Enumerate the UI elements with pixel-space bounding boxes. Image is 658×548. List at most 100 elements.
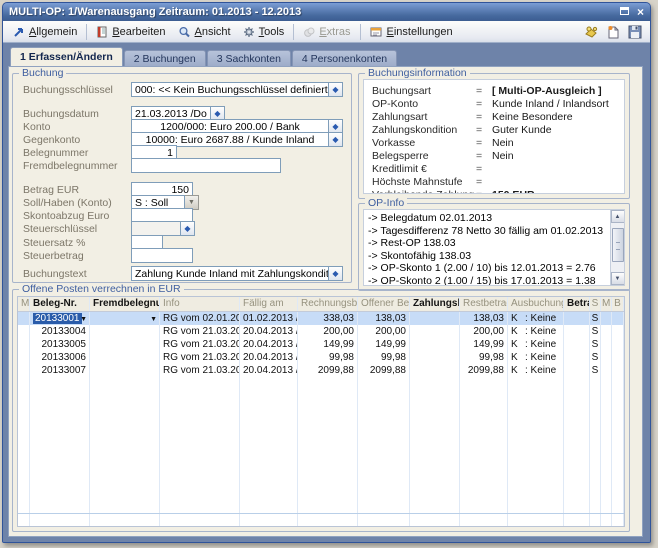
info-row: Kreditlimit €=: [372, 162, 618, 175]
info-row: Zahlungskondition=Guter Kunde: [372, 123, 618, 136]
buchungsschluessel-field[interactable]: 000: << Kein Buchungsschlüssel definiert…: [131, 82, 329, 97]
steuerbetrag-field[interactable]: [131, 248, 193, 263]
buchungstext-dropdown-button[interactable]: ◆: [329, 266, 343, 281]
magnifier-icon: [178, 26, 191, 38]
booking-tool-button[interactable]: [579, 24, 603, 40]
buchungstext-field[interactable]: Zahlung Kunde Inland mit Zahlungskonditi…: [131, 266, 329, 281]
new-document-button[interactable]: [603, 24, 624, 40]
menu-einstellungen[interactable]: Einstellungen: [364, 24, 459, 40]
group-buchung-title: Buchung: [19, 67, 66, 79]
steuerschluessel-field[interactable]: [131, 221, 181, 236]
steuerschluessel-dropdown-button[interactable]: ◆: [181, 221, 195, 236]
field-label: Belegnummer: [23, 147, 131, 159]
menu-tools[interactable]: Tools: [237, 24, 291, 40]
coins-icon: [583, 25, 599, 39]
op-info-line: -> Belegdatum 02.01.2013: [364, 212, 610, 225]
info-row: Verbleibende Zahlung=150 EUR: [372, 188, 618, 194]
tab-erfassen-aendern[interactable]: 1 Erfassen/Ändern: [10, 47, 123, 66]
field-label: Konto: [23, 121, 131, 133]
tab-buchungen[interactable]: 2 Buchungen: [124, 50, 206, 66]
field-label: Steuerbetrag: [23, 250, 131, 262]
window-title: MULTI-OP: 1/Warenausgang Zeitraum: 01.20…: [9, 6, 620, 18]
table-row[interactable]: 20133006 RG vom 21.03.2013 20.04.2013 /S…: [18, 351, 624, 364]
field-label: Steuerschlüssel: [23, 223, 131, 235]
scroll-down-icon[interactable]: ▼: [611, 272, 625, 285]
table-filler-rows: [18, 377, 624, 513]
tab-sachkonten[interactable]: 3 Sachkonten: [207, 50, 291, 66]
restore-button[interactable]: [620, 6, 629, 18]
info-row: Zahlungsart=Keine Besondere: [372, 110, 618, 123]
arrow-ne-icon: [13, 26, 25, 38]
selected-cell[interactable]: 20133001: [33, 313, 82, 324]
menu-extras: Extras: [297, 24, 356, 40]
app-window: MULTI-OP: 1/Warenausgang Zeitraum: 01.20…: [2, 2, 651, 543]
tab-personenkonten[interactable]: 4 Personenkonten: [292, 50, 397, 66]
tab-page: Buchung Buchungsschlüssel 000: << Kein B…: [8, 66, 643, 537]
tab-strip: 1 Erfassen/Ändern 2 Buchungen 3 Sachkont…: [8, 47, 643, 66]
buchungsschluessel-dropdown-button[interactable]: ◆: [329, 82, 343, 97]
empty-table-row: [18, 455, 624, 468]
op-info-line: -> OP-Skonto 2 (1.00 / 15) bis 17.01.201…: [364, 275, 610, 285]
window-body: 1 Erfassen/Ändern 2 Buchungen 3 Sachkont…: [3, 43, 650, 542]
empty-table-row: [18, 377, 624, 390]
group-offene-posten: Offene Posten verrechnen in EUR M Beleg-…: [12, 289, 630, 532]
menu-separator: [293, 24, 294, 40]
info-row: Höchste Mahnstufe=: [372, 175, 618, 188]
menu-bar: Allgemein Bearbeiten Ansicht Tools Extra…: [3, 21, 650, 43]
title-bar: MULTI-OP: 1/Warenausgang Zeitraum: 01.20…: [3, 3, 650, 21]
restore-icon: [620, 7, 629, 15]
group-buchungsinformation-title: Buchungsinformation: [365, 67, 470, 79]
op-info-scrollbar[interactable]: ▲ ▼: [610, 210, 624, 285]
table-row[interactable]: 20133001▼ ▼ RG vom 02.01.2013 01.02.2013…: [18, 312, 624, 325]
menu-allgemein[interactable]: Allgemein: [7, 24, 83, 40]
info-row: Vorkasse=Nein: [372, 136, 618, 149]
group-op-info-title: OP-Info: [365, 197, 407, 209]
buchungsinformation-panel: Buchungsart=[ Multi-OP-Ausgleich ] OP-Ko…: [363, 79, 625, 194]
empty-table-row: [18, 390, 624, 403]
field-label: Buchungsschlüssel: [23, 84, 131, 96]
op-info-panel: -> Belegdatum 02.01.2013 -> Tagesdiffere…: [363, 209, 625, 286]
beleg-dropdown-icon[interactable]: ▼: [80, 313, 87, 325]
field-label: Betrag EUR: [23, 184, 131, 196]
empty-table-row: [18, 494, 624, 507]
field-label: Buchungsdatum: [23, 108, 131, 120]
gear-icon: [243, 26, 255, 38]
empty-table-row: [18, 416, 624, 429]
scroll-up-icon[interactable]: ▲: [611, 210, 625, 223]
menu-separator: [360, 24, 361, 40]
close-button[interactable]: ×: [637, 7, 644, 17]
save-button[interactable]: [624, 24, 646, 40]
new-document-icon: [607, 25, 620, 39]
table-row[interactable]: 20133004 RG vom 21.03.2013 20.04.2013 /S…: [18, 325, 624, 338]
field-label: Gegenkonto: [23, 134, 131, 146]
table-row[interactable]: 20133005 RG vom 21.03.2013 20.04.2013 /S…: [18, 338, 624, 351]
field-label: Skontoabzug Euro: [23, 210, 131, 222]
group-op-info: OP-Info -> Belegdatum 02.01.2013 -> Tage…: [358, 203, 630, 291]
settings-icon: [370, 26, 383, 38]
empty-table-row: [18, 468, 624, 481]
fremdbelegnummer-field[interactable]: [131, 158, 281, 173]
op-info-line: -> Rest-OP 138.03: [364, 237, 610, 250]
menu-bearbeiten[interactable]: Bearbeiten: [90, 24, 171, 40]
info-row: OP-Konto=Kunde Inland / Inlandsort: [372, 97, 618, 110]
empty-table-row: [18, 429, 624, 442]
totals-row: [18, 513, 624, 526]
scrollbar-thumb[interactable]: [612, 228, 624, 262]
empty-table-row: [18, 403, 624, 416]
group-offene-posten-title: Offene Posten verrechnen in EUR: [19, 283, 184, 295]
edit-document-icon: [96, 26, 108, 38]
save-icon: [628, 25, 642, 39]
field-label: Fremdbelegnummer: [23, 160, 131, 172]
table-row[interactable]: 20133007 RG vom 21.03.2013 20.04.2013 /S…: [18, 364, 624, 377]
op-info-line: -> OP-Skonto 1 (2.00 / 10) bis 12.01.201…: [364, 262, 610, 275]
fremdbeleg-dropdown-icon[interactable]: ▼: [150, 313, 157, 325]
field-label: Soll/Haben (Konto): [23, 197, 131, 209]
menu-ansicht[interactable]: Ansicht: [172, 24, 237, 40]
op-info-line: -> Tagesdifferenz 78 Netto 30 fällig am …: [364, 225, 610, 238]
empty-table-row: [18, 507, 624, 513]
empty-table-row: [18, 442, 624, 455]
group-buchung: Buchung Buchungsschlüssel 000: << Kein B…: [12, 73, 352, 283]
table-header-row: M Beleg-Nr. Fremdbelegnummer Info Fällig…: [18, 297, 624, 312]
field-label: Buchungstext: [23, 268, 131, 280]
menu-separator: [86, 24, 87, 40]
